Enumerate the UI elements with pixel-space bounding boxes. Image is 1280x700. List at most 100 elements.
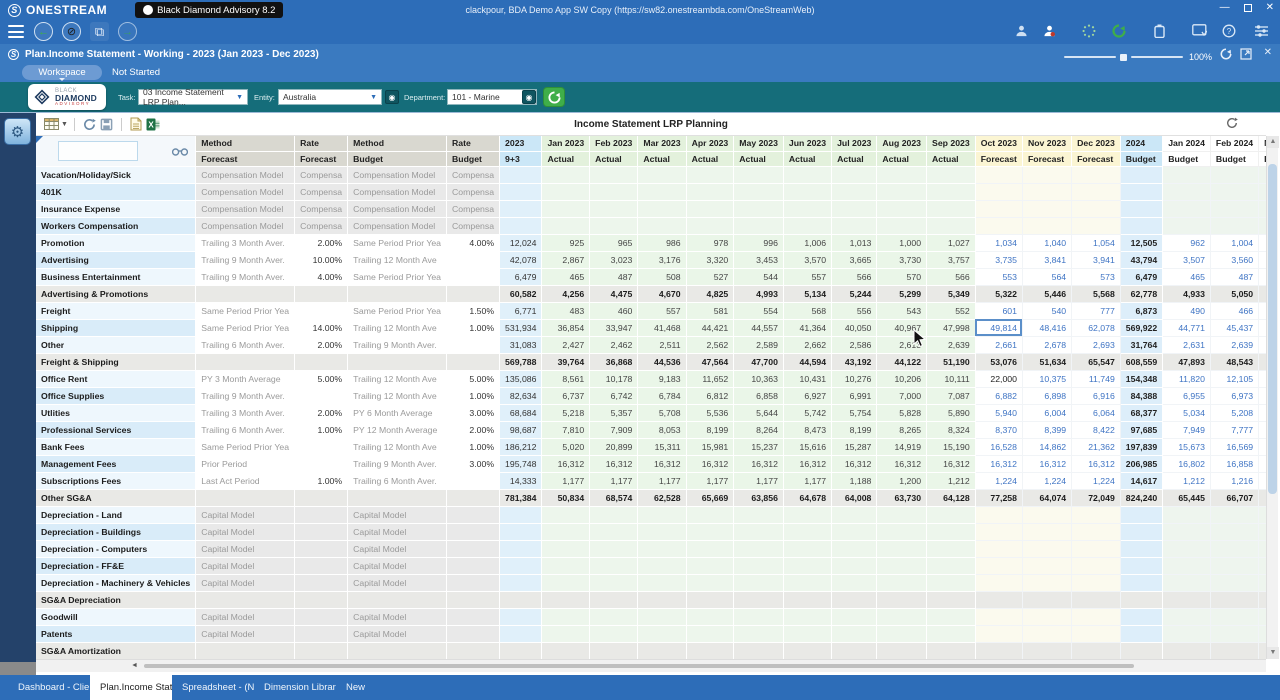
grid-cell[interactable]: 16,312 [1022,455,1073,473]
grid-cell[interactable]: 4,670 [637,285,687,303]
grid-cell[interactable]: 46,405 [1258,319,1266,337]
grid-cell[interactable] [876,200,928,218]
column-subheader[interactable]: Forecast [195,151,296,167]
grid-cell[interactable]: 44,122 [876,353,928,371]
grid-cell[interactable]: Same Period Prior Yea [195,438,296,456]
grid-cell[interactable] [1022,557,1073,575]
grid-cell[interactable] [831,540,878,558]
grid-cell[interactable]: 10,375 [1022,370,1073,388]
grid-cell[interactable]: 4,475 [589,285,639,303]
grid-cell[interactable]: 1.00% [446,387,501,405]
grid-cell[interactable] [831,166,878,184]
grid-cell[interactable]: 2,662 [783,336,833,354]
grid-cell[interactable]: 4.00% [446,234,501,252]
grid-cell[interactable]: Trailing 3 Month Aver. [195,234,296,252]
grid-cell[interactable] [294,506,349,524]
grid-cell[interactable] [1120,200,1164,218]
grid-cell[interactable]: 1,224 [1022,472,1073,490]
grid-cell[interactable]: 781,384 [499,489,543,507]
grid-cell[interactable]: 36,854 [541,319,591,337]
grid-cell[interactable]: Compensation Model [195,183,296,201]
grid-cell[interactable] [589,183,639,201]
entity-select[interactable]: Australia ▼ [278,89,382,105]
grid-cell[interactable]: 2.00% [294,234,349,252]
grid-cell[interactable] [294,387,349,405]
grid-cell[interactable] [589,574,639,592]
grid-cell[interactable]: 51,190 [926,353,976,371]
grid-cell[interactable]: 5,446 [1022,285,1073,303]
grid-cell[interactable]: 1,177 [733,472,784,490]
grid-cell[interactable]: 1,200 [876,472,928,490]
grid-cell[interactable] [831,183,878,201]
column-header[interactable]: Jan 2024 [1162,136,1211,152]
grid-cell[interactable]: 21,362 [1071,438,1121,456]
binoculars-icon[interactable] [172,146,189,156]
row-label[interactable]: Depreciation - Land [36,506,197,524]
column-header[interactable]: Rate [294,136,349,152]
grid-cell[interactable] [1210,506,1260,524]
grid-cell[interactable]: 7,810 [541,421,591,439]
grid-cell[interactable]: 7,087 [926,387,976,405]
grid-cell[interactable] [637,574,687,592]
column-header[interactable]: Nov 2023 [1022,136,1073,152]
grid-cell[interactable] [294,523,349,541]
minimize-button[interactable]: — [1220,2,1230,13]
grid-cell[interactable] [446,268,501,286]
grid-cell[interactable]: 98,687 [499,421,543,439]
entity-picker-button[interactable]: ◉ [385,90,399,104]
grid-cell[interactable] [926,183,976,201]
grid-cell[interactable] [1022,217,1073,235]
grid-cell[interactable]: 1.00% [446,319,501,337]
grid-cell[interactable] [831,608,878,626]
horizontal-scrollbar-thumb[interactable] [144,664,1134,668]
grid-cell[interactable] [1120,608,1164,626]
grid-cell[interactable] [1071,540,1121,558]
grid-cell[interactable]: 2,645 [1258,336,1266,354]
grid-cell[interactable]: 487 [589,268,639,286]
grid-cell[interactable] [499,574,543,592]
grid-cell[interactable]: 2,867 [541,251,591,269]
column-subheader[interactable]: Budget [1210,151,1260,167]
grid-cell[interactable] [686,523,735,541]
grid-cell[interactable] [499,166,543,184]
grid-cell[interactable]: 97,685 [1120,421,1164,439]
grid-cell[interactable]: 49,614 [1258,353,1266,371]
grid-cell[interactable]: 5,349 [926,285,976,303]
grid-cell[interactable]: 568 [783,302,833,320]
grid-cell[interactable]: 8,399 [1022,421,1073,439]
grid-cell[interactable] [499,591,543,609]
grid-cell[interactable]: 10.00% [294,251,349,269]
grid-cell[interactable]: 68,574 [589,489,639,507]
grid-cell[interactable] [1210,200,1260,218]
grid-cell[interactable] [831,591,878,609]
refresh-button[interactable] [543,87,565,107]
grid-cell[interactable]: Capital Model [195,506,296,524]
grid-cell[interactable]: 1.00% [294,421,349,439]
grid-cell[interactable]: 15,237 [733,438,784,456]
grid-cell[interactable]: Trailing 6 Month Aver. [195,421,296,439]
grid-cell[interactable]: 45,437 [1210,319,1260,337]
grid-cell[interactable]: 6,873 [1120,302,1164,320]
grid-cell[interactable] [926,574,976,592]
grid-cell[interactable]: 16,528 [975,438,1023,456]
grid-cell[interactable] [1071,642,1121,659]
grid-cell[interactable]: Last Act Period [195,472,296,490]
row-label[interactable]: Depreciation - Computers [36,540,197,558]
column-header[interactable]: Mar 2023 [637,136,687,152]
user-icon[interactable] [1012,24,1030,40]
grid-cell[interactable] [1258,591,1266,609]
column-header[interactable]: Mar 2024 [1258,136,1266,152]
grid-cell[interactable]: 6,479 [1120,268,1164,286]
grid-cell[interactable] [975,625,1023,643]
grid-cell[interactable]: 1.50% [446,302,501,320]
grid-cell[interactable]: 6,973 [1210,387,1260,405]
grid-cell[interactable]: Capital Model [195,557,296,575]
grid-cell[interactable]: 20,899 [589,438,639,456]
grid-cell[interactable]: 44,536 [637,353,687,371]
grid-cell[interactable] [195,642,296,659]
grid-cell[interactable]: 2,462 [589,336,639,354]
grid-cell[interactable]: 3.00% [446,404,501,422]
grid-cell[interactable]: 51,634 [1022,353,1073,371]
column-subheader[interactable]: Forecast [975,151,1023,167]
grid-cell[interactable] [637,608,687,626]
